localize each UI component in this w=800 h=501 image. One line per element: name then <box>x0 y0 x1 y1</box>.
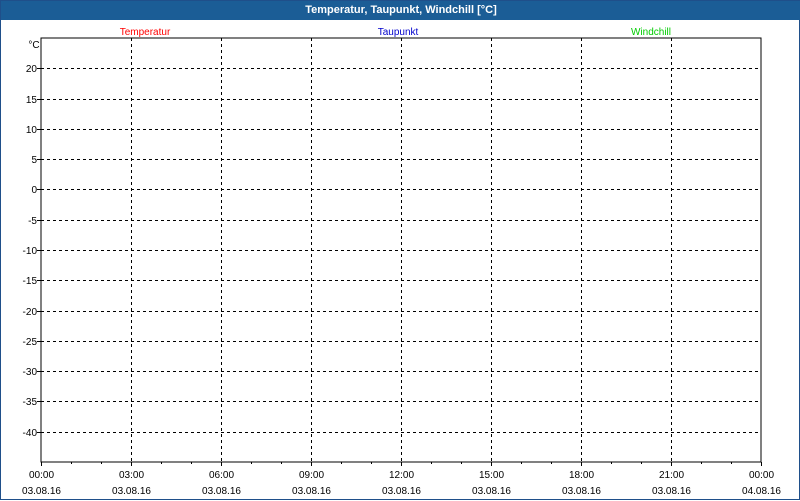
x-tick-date-label: 03.08.16 <box>112 486 151 497</box>
x-tick-date-label: 03.08.16 <box>382 486 421 497</box>
x-tick-time-label: 12:00 <box>389 470 414 481</box>
y-tick-label: 15 <box>26 95 38 106</box>
legend-item-taupunkt: Taupunkt <box>378 27 419 38</box>
y-tick-label: -25 <box>23 337 38 348</box>
x-tick-time-label: 21:00 <box>659 470 684 481</box>
y-tick-label: -35 <box>23 397 38 408</box>
x-tick-time-label: 09:00 <box>299 470 324 481</box>
x-tick-time-label: 18:00 <box>569 470 594 481</box>
y-tick-label: -30 <box>23 367 38 378</box>
x-tick-time-label: 06:00 <box>209 470 234 481</box>
x-tick-time-label: 15:00 <box>479 470 504 481</box>
y-tick-label: -40 <box>23 428 38 439</box>
legend-item-windchill: Windchill <box>631 27 671 38</box>
x-tick-date-label: 03.08.16 <box>562 486 601 497</box>
y-axis-label: °C <box>28 40 39 51</box>
x-tick-time-label: 00:00 <box>749 470 774 481</box>
x-tick-time-label: 00:00 <box>29 470 54 481</box>
x-tick-date-label: 03.08.16 <box>292 486 331 497</box>
x-tick-date-label: 03.08.16 <box>22 486 61 497</box>
x-tick-date-label: 04.08.16 <box>742 486 781 497</box>
y-tick-label: -15 <box>23 276 38 287</box>
y-tick-label: -20 <box>23 307 38 318</box>
legend-item-temperatur: Temperatur <box>120 27 171 38</box>
x-tick-time-label: 03:00 <box>119 470 144 481</box>
x-tick-date-label: 03.08.16 <box>652 486 691 497</box>
y-tick-label: 0 <box>31 185 37 196</box>
chart-plot: 20 15 10 5 0 -5 -10 -15 -20 -25 -30 -35 -40 °C 00:00 03… <box>22 27 781 497</box>
y-tick-label: -10 <box>23 246 38 257</box>
y-tick-label: 10 <box>26 125 38 136</box>
y-tick-label: 20 <box>26 64 38 75</box>
y-tick-label: 5 <box>31 155 37 166</box>
x-tick-date-label: 03.08.16 <box>472 486 511 497</box>
chart-window: Temperatur, Taupunkt, Windchill [°C] 20 1… <box>0 0 800 500</box>
x-tick-date-label: 03.08.16 <box>202 486 241 497</box>
y-tick-label: -5 <box>28 216 37 227</box>
